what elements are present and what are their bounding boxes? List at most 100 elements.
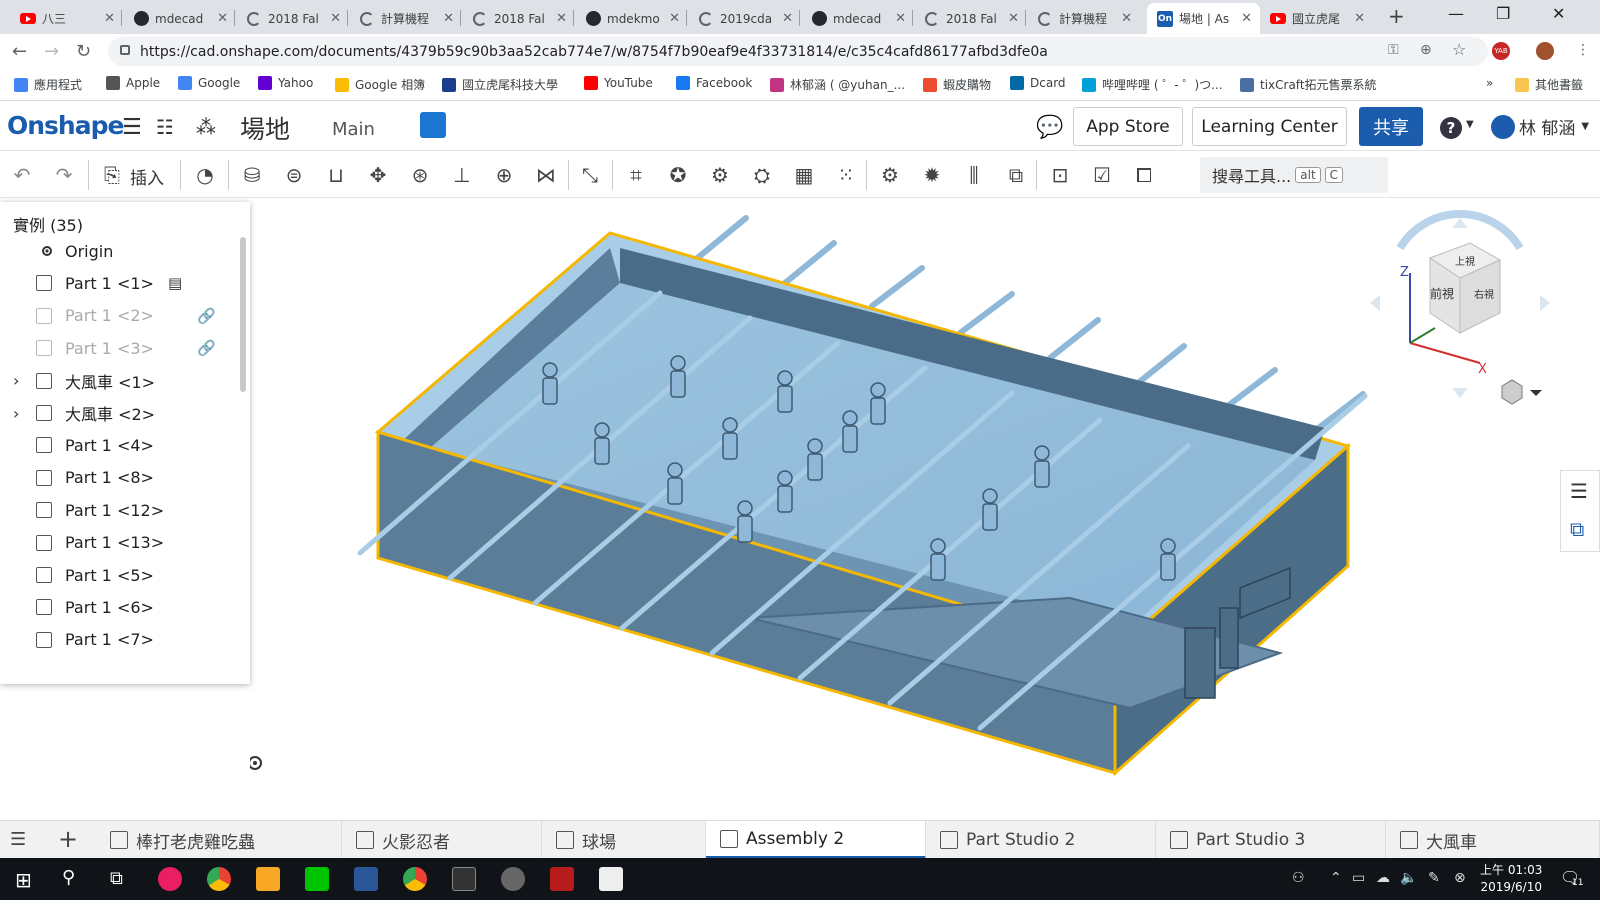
insert-label[interactable]: 插入	[130, 164, 164, 189]
document-tab[interactable]: 棒打老虎雞吃蟲	[96, 821, 342, 859]
minimize-button[interactable]: —	[1448, 4, 1464, 23]
document-tab[interactable]: Part Studio 2	[926, 821, 1156, 859]
instance-row[interactable]: › 大風車 <1>	[0, 366, 240, 396]
browser-tab[interactable]: mdecad ✕	[123, 3, 236, 34]
browser-tab[interactable]: 國立虎尾 ✕	[1260, 3, 1373, 34]
view-cube-rotate-right-icon[interactable]	[1540, 295, 1550, 311]
bookmark-item[interactable]: 應用程式	[14, 76, 82, 93]
instance-row[interactable]: Part 1 <3> 🔗	[0, 333, 240, 363]
bookmark-item[interactable]: tixCraft拓元售票系統	[1240, 76, 1377, 93]
search-tools-input[interactable]: 搜尋工具... alt C	[1200, 157, 1388, 193]
share-button[interactable]: 共享	[1359, 107, 1423, 146]
terminal-icon[interactable]	[452, 867, 476, 891]
close-tab-icon[interactable]: ✕	[1121, 11, 1132, 26]
url-input[interactable]: https://cad.onshape.com/documents/4379b5…	[108, 37, 1488, 66]
help-icon[interactable]: ?	[1440, 117, 1462, 139]
browser-menu-icon[interactable]: ⋮	[1576, 42, 1590, 58]
close-tab-icon[interactable]: ✕	[443, 11, 454, 26]
browser-tab[interactable]: 2018 Fal ✕	[462, 3, 575, 34]
workspace-name[interactable]: Main	[332, 119, 375, 140]
view-cube[interactable]: 上視 前視 右視 Z X	[1396, 210, 1524, 377]
list-view-icon[interactable]: ☰	[1570, 479, 1588, 503]
version-graph-icon[interactable]	[420, 112, 446, 138]
document-tab[interactable]: Part Studio 3	[1156, 821, 1386, 859]
pen-icon[interactable]: ✎	[1428, 870, 1440, 886]
explode-icon[interactable]: ⧠	[1132, 163, 1156, 187]
back-arrow-icon[interactable]: ←	[12, 41, 27, 62]
bookmark-item[interactable]: Google 相簿	[335, 76, 425, 93]
close-tab-icon[interactable]: ✕	[104, 11, 115, 26]
document-tab[interactable]: 球場	[542, 821, 706, 859]
close-tab-icon[interactable]: ✕	[895, 11, 906, 26]
itunes-icon[interactable]	[158, 867, 182, 891]
close-window-button[interactable]: ✕	[1552, 4, 1565, 23]
chrome-icon[interactable]	[207, 867, 231, 891]
document-tab[interactable]: 火影忍者	[342, 821, 542, 859]
other-bookmarks[interactable]: 其他書籤	[1515, 76, 1583, 93]
zoom-icon[interactable]: ⊕	[1420, 42, 1432, 58]
close-tab-icon[interactable]: ✕	[1008, 11, 1019, 26]
cloud-icon[interactable]: ☁	[1376, 870, 1390, 886]
onshape-logo[interactable]: Onshape	[7, 111, 124, 140]
photos-icon[interactable]	[599, 867, 623, 891]
gear-icon[interactable]: ⚙	[878, 163, 902, 187]
close-tab-icon[interactable]: ✕	[556, 11, 567, 26]
expand-chevron-icon[interactable]: ›	[13, 404, 19, 423]
browser-tab[interactable]: mdekmo ✕	[575, 3, 688, 34]
slider-mate-icon[interactable]: ⊔	[324, 163, 348, 187]
fastened-mate-icon[interactable]: ⛁	[240, 163, 264, 187]
instance-row[interactable]: Part 1 <6>	[0, 592, 240, 622]
bookmark-item[interactable]: YouTube	[584, 76, 653, 90]
search-icon[interactable]: ⚲	[62, 867, 75, 888]
document-tab[interactable]: 大風車	[1386, 821, 1600, 859]
browser-tab[interactable]: 計算機程 ✕	[349, 3, 462, 34]
new-tab-button[interactable]: +	[1388, 4, 1405, 28]
close-tab-icon[interactable]: ✕	[1241, 11, 1252, 26]
instance-row[interactable]: Origin	[0, 236, 240, 266]
appearance-icon[interactable]: ⧉	[1570, 517, 1584, 541]
task-view-icon[interactable]: ⧉	[110, 868, 123, 889]
browser-tab[interactable]: On 場地 | As ✕	[1147, 3, 1260, 34]
group-icon[interactable]: ✪	[666, 163, 690, 187]
document-title[interactable]: 場地	[240, 110, 290, 146]
view-options-icon[interactable]	[1501, 379, 1542, 405]
add-tab-button[interactable]: +	[58, 825, 78, 853]
windows-start-icon[interactable]: ⊞	[15, 868, 32, 892]
instance-row[interactable]: Part 1 <2> 🔗	[0, 301, 240, 331]
bookmark-item[interactable]: 林郁涵 ( @yuhan_...	[770, 76, 905, 93]
hamburger-menu-icon[interactable]: ☰	[122, 115, 142, 140]
expand-chevron-icon[interactable]: ›	[13, 371, 19, 390]
insert-icon[interactable]: ⎘	[100, 163, 124, 187]
redo-icon[interactable]: ↷	[52, 163, 76, 187]
browser-tab[interactable]: 八三 ✕	[10, 3, 123, 34]
gear-relation-icon[interactable]: ⛭	[750, 163, 774, 187]
profile-avatar[interactable]	[1536, 42, 1554, 60]
close-tab-icon[interactable]: ✕	[782, 11, 793, 26]
close-tab-icon[interactable]: ✕	[217, 11, 228, 26]
volume-icon[interactable]: 🔈	[1400, 870, 1417, 886]
app-sphere-icon[interactable]	[501, 867, 525, 891]
measure-icon[interactable]: ⊡	[1048, 163, 1072, 187]
close-tab-icon[interactable]: ✕	[1354, 11, 1365, 26]
tab-list-icon[interactable]: ☰	[10, 829, 26, 850]
instance-row[interactable]: Part 1 <7>	[0, 625, 240, 655]
pattern-icon[interactable]: ▦	[792, 163, 816, 187]
bookmarks-overflow-button[interactable]: »	[1486, 76, 1493, 90]
panel-scrollbar[interactable]	[240, 237, 246, 392]
yab-extension-icon[interactable]: YAB	[1492, 42, 1510, 60]
pin-slot-mate-icon[interactable]: ⊥	[450, 163, 474, 187]
help-dropdown-icon[interactable]: ▼	[1466, 119, 1474, 130]
bookmark-item[interactable]: 國立虎尾科技大學	[442, 76, 558, 93]
bookmark-item[interactable]: Yahoo	[258, 76, 313, 90]
instance-row[interactable]: Part 1 <8>	[0, 463, 240, 493]
revolute-mate-icon[interactable]: ⊜	[282, 163, 306, 187]
word-icon[interactable]	[354, 867, 378, 891]
planar-mate-icon[interactable]: ✥	[366, 163, 390, 187]
timeline-icon[interactable]: ◔	[193, 163, 217, 187]
bookmark-star-icon[interactable]: ☆	[1452, 40, 1466, 59]
view-cube-rotate-up-icon[interactable]	[1452, 218, 1468, 228]
app-store-button[interactable]: App Store	[1073, 107, 1183, 146]
instance-row[interactable]: Part 1 <13>	[0, 528, 240, 558]
restore-button[interactable]: ❐	[1496, 4, 1510, 23]
bookmark-item[interactable]: Apple	[106, 76, 160, 90]
